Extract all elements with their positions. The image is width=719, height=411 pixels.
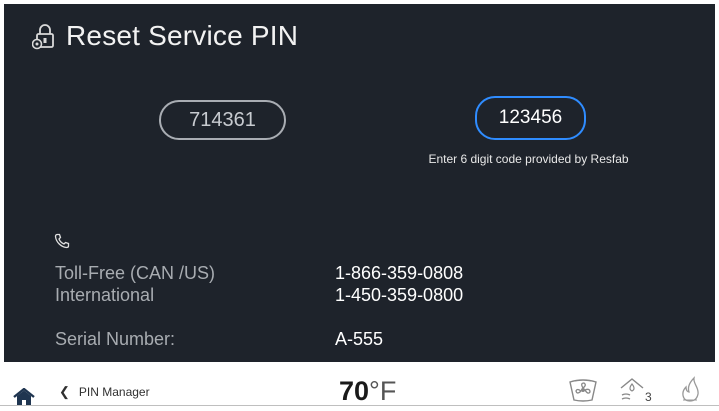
phone-icon [54, 233, 70, 254]
temperature-unit: °F [369, 376, 397, 406]
title-row: Reset Service PIN [32, 20, 298, 52]
serial-number-label: Serial Number: [55, 329, 176, 349]
temperature-value: 70 [339, 376, 370, 406]
fan-icon[interactable] [568, 378, 598, 407]
serial-number-value: A-555 [335, 329, 384, 349]
back-to-pin-manager[interactable]: ❮ PIN Manager [59, 384, 150, 400]
page-title: Reset Service PIN [66, 20, 299, 51]
chevron-left-icon: ❮ [59, 384, 70, 399]
international-number: 1-450-359-0800 [335, 285, 464, 305]
humidity-icon[interactable] [619, 376, 645, 407]
toll-free-label: Toll-Free (CAN /US) [55, 263, 216, 283]
reset-pin-screen: Reset Service PIN 714361 123456 Enter 6 … [4, 4, 715, 362]
international-label: International [55, 285, 155, 305]
back-link-label: PIN Manager [78, 385, 150, 399]
toll-free-number: 1-866-359-0808 [335, 263, 464, 283]
pin-hint-text: Enter 6 digit code provided by Resfab [428, 152, 629, 166]
bottom-divider [0, 405, 719, 406]
humidity-level: 3 [645, 390, 652, 404]
flame-icon[interactable] [677, 375, 703, 408]
lock-gear-icon [32, 22, 56, 50]
new-pin-input[interactable]: 123456 [475, 96, 586, 140]
current-pin-display: 714361 [159, 100, 286, 140]
temperature-readout[interactable]: 70°F [339, 376, 396, 407]
